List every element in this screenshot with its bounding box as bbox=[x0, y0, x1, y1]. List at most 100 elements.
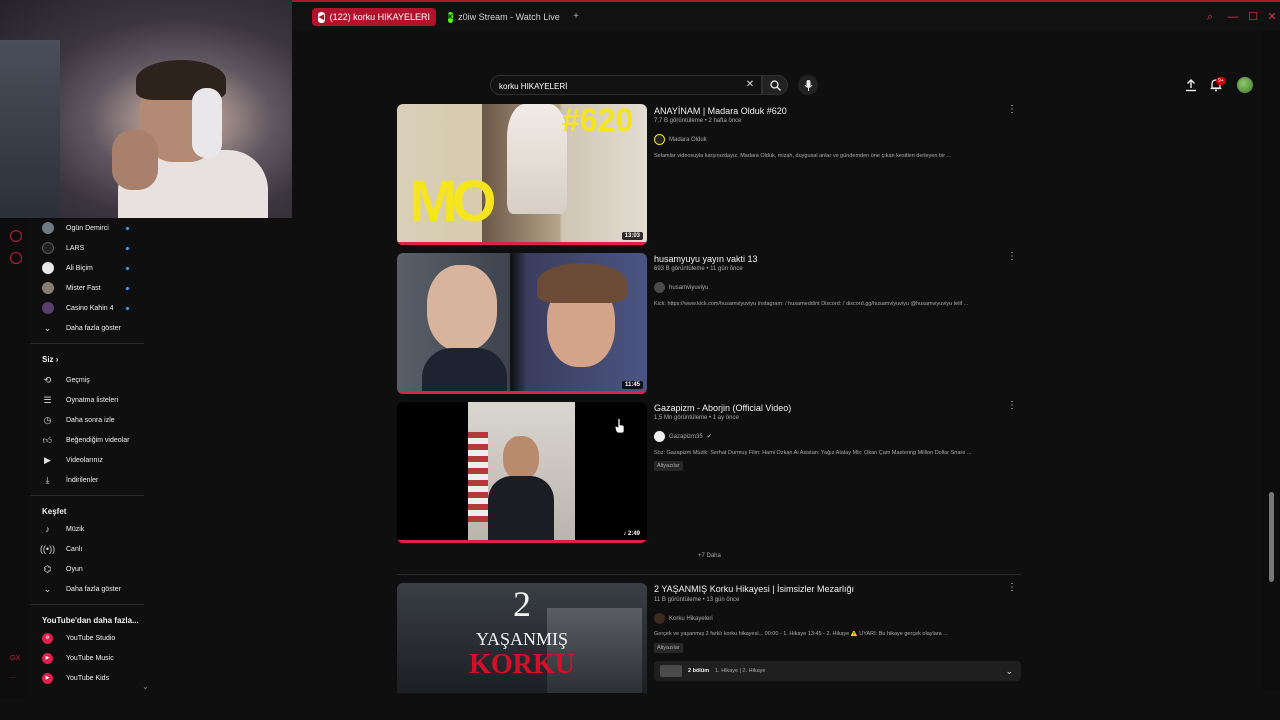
sidebar-item-playlists[interactable]: ☰ Oynatma listeleri bbox=[30, 390, 148, 410]
sidebar-item-gaming[interactable]: ⌬ Oyun bbox=[30, 559, 148, 579]
subscription-item[interactable]: Casino Kahin 4 bbox=[30, 298, 148, 318]
channel-avatar bbox=[42, 242, 54, 254]
sidebar-item-history[interactable]: ⟲ Geçmiş bbox=[30, 370, 148, 390]
browser-tab-bar: ◀ (122) korku HIKAYELERI K z0iw Stream -… bbox=[292, 0, 1280, 30]
sidebar-item-your-videos[interactable]: ▶ Videolarınız bbox=[30, 450, 148, 470]
search-input[interactable] bbox=[499, 79, 739, 93]
page-scrollbar[interactable] bbox=[1269, 492, 1274, 582]
new-content-dot bbox=[126, 246, 129, 250]
video-title[interactable]: 2 YAŞANMIŞ Korku Hikayesi | İsimsizler M… bbox=[654, 584, 854, 594]
search-button[interactable] bbox=[762, 75, 788, 95]
video-meta: 693 B görüntüleme • 11 gün önce bbox=[654, 266, 743, 272]
gx-corner-icon[interactable] bbox=[10, 230, 22, 242]
new-content-dot bbox=[126, 226, 129, 230]
more-options-icon[interactable]: ⋮ bbox=[1007, 400, 1017, 412]
sidebar-item-liked-videos[interactable]: 👍︎ Beğendiğim videolar bbox=[30, 430, 148, 450]
you-section-heading[interactable]: Siz › bbox=[42, 355, 58, 364]
more-from-youtube-heading: YouTube'dan daha fazla... bbox=[42, 616, 139, 625]
new-tab-button[interactable]: + bbox=[570, 11, 582, 23]
video-description: Söz: Gazapizm Müzik: Serhat Durmuş Film:… bbox=[654, 450, 972, 456]
video-thumbnail[interactable]: 2 YAŞANMIŞ KORKU bbox=[397, 583, 647, 693]
speaker-icon: ◀ bbox=[318, 11, 325, 23]
browser-tab-kick[interactable]: K z0iw Stream - Watch Live bbox=[442, 8, 562, 26]
upload-button[interactable] bbox=[1184, 78, 1198, 92]
sidebar-item-watch-later[interactable]: ◷ Daha sonra izle bbox=[30, 410, 148, 430]
webcam-background-shelf bbox=[0, 40, 60, 218]
more-options-icon[interactable]: ⋮ bbox=[1007, 104, 1017, 116]
video-thumbnail[interactable]: ♪ 2:49 bbox=[397, 402, 647, 543]
subscription-label: Mister Fast bbox=[66, 284, 101, 292]
close-window-button[interactable]: ✕ bbox=[1265, 10, 1279, 24]
thumbnail-figure bbox=[507, 104, 567, 214]
subscription-item[interactable]: Ogün Demirci bbox=[30, 218, 148, 238]
sidebar-item-live[interactable]: ((•)) Canlı bbox=[30, 539, 148, 559]
sidebar-item-label: YouTube Kids bbox=[66, 674, 110, 682]
webcam-overlay bbox=[0, 0, 292, 218]
video-thumbnail[interactable]: 11:45 bbox=[397, 253, 647, 394]
subscription-item[interactable]: Mister Fast bbox=[30, 278, 148, 298]
chevron-down-icon[interactable]: ⌄ bbox=[1005, 666, 1013, 677]
thumbnail-line2: KORKU bbox=[469, 649, 575, 680]
sidebar-item-label: Videolarınız bbox=[66, 456, 103, 464]
captions-badge: Altyazılar bbox=[654, 461, 683, 471]
channel-name: Gazapizm35 bbox=[669, 433, 703, 440]
voice-search-button[interactable] bbox=[798, 75, 818, 95]
sidebar-item-music[interactable]: ♪ Müzik bbox=[30, 519, 148, 539]
chapters-bar[interactable]: 2 bölüm 1. Hikaye | 2. Hikaye ⌄ bbox=[654, 661, 1021, 681]
video-thumbnail[interactable]: #620 MO 13:03 bbox=[397, 104, 647, 245]
chevron-down-icon: ⌄ bbox=[43, 322, 52, 333]
video-title[interactable]: Gazapizm - Aborjin (Official Video) bbox=[654, 403, 791, 413]
sidebar-scroll-down-icon[interactable]: ⌄ bbox=[142, 682, 149, 691]
more-options-icon[interactable]: ⋮ bbox=[1007, 251, 1017, 263]
channel-avatar bbox=[654, 134, 665, 145]
sidebar-item-label: Müzik bbox=[66, 525, 85, 533]
webcam-headset bbox=[192, 88, 222, 158]
video-title[interactable]: ANAYİNAM | Madara Olduk #620 bbox=[654, 106, 787, 116]
minimize-button[interactable]: — bbox=[1226, 10, 1240, 24]
sidebar-item-youtube-kids[interactable]: ▶ YouTube Kids bbox=[30, 668, 148, 688]
channel-link[interactable]: Gazapizm35 ✔ bbox=[654, 431, 712, 442]
sidebar-item-youtube-music[interactable]: ▶ YouTube Music bbox=[30, 648, 148, 668]
maximize-button[interactable]: ☐ bbox=[1246, 10, 1260, 24]
watch-progress-bar bbox=[397, 540, 647, 543]
more-dots-icon[interactable]: ... bbox=[10, 673, 16, 680]
explore-section-heading: Keşfet bbox=[42, 507, 67, 516]
chapters-text: 1. Hikaye | 2. Hikaye bbox=[715, 668, 766, 674]
show-more-results-link[interactable]: +7 Daha bbox=[698, 553, 721, 559]
show-more-label: Daha fazla göster bbox=[66, 585, 121, 593]
sidebar-item-youtube-studio[interactable]: ⚙ YouTube Studio bbox=[30, 628, 148, 648]
kick-logo-icon: K bbox=[448, 11, 454, 23]
thumbnail-logo: MO bbox=[409, 169, 496, 234]
microphone-icon bbox=[804, 79, 812, 91]
clear-search-icon[interactable]: ✕ bbox=[744, 79, 756, 93]
video-description: Kick: https://www.kick.com/husamviyuviyu… bbox=[654, 301, 969, 307]
show-more-explore[interactable]: ⌄ Daha fazla göster bbox=[30, 579, 148, 599]
channel-link[interactable]: husamviyuviyu bbox=[654, 282, 708, 293]
settings-icon[interactable] bbox=[10, 252, 22, 264]
search-tabs-icon[interactable]: ⌕ bbox=[1203, 10, 1217, 24]
more-options-icon[interactable]: ⋮ bbox=[1007, 582, 1017, 594]
channel-link[interactable]: Korku Hikayeleri bbox=[654, 613, 713, 624]
sidebar-item-downloads[interactable]: ⤓ İndirilenler bbox=[30, 470, 148, 490]
watch-progress-bar bbox=[397, 242, 647, 245]
channel-link[interactable]: Madara Olduk bbox=[654, 134, 707, 145]
youtube-sidebar: Ogün Demirci LARS Ali Biçim Mister Fast … bbox=[30, 218, 152, 698]
new-content-dot bbox=[126, 266, 129, 270]
live-broadcast-icon: ((•)) bbox=[39, 544, 56, 554]
verified-icon: ✔ bbox=[706, 434, 712, 440]
channel-avatar bbox=[42, 262, 54, 274]
sidebar-item-label: Beğendiğim videolar bbox=[66, 436, 130, 444]
browser-tab-youtube[interactable]: ◀ (122) korku HIKAYELERI bbox=[312, 8, 436, 26]
video-duration: 11:45 bbox=[621, 381, 643, 389]
chevron-down-icon: ⌄ bbox=[43, 583, 52, 594]
subscription-label: Ali Biçim bbox=[66, 264, 93, 272]
video-title[interactable]: husamyuyu yayın vakti 13 bbox=[654, 254, 758, 264]
thumbnail-suit bbox=[488, 476, 554, 543]
account-avatar[interactable] bbox=[1237, 77, 1253, 93]
sidebar-item-label: Oyun bbox=[66, 565, 83, 573]
video-icon: ▶ bbox=[44, 454, 51, 465]
subscription-item[interactable]: Ali Biçim bbox=[30, 258, 148, 278]
show-more-subscriptions[interactable]: ⌄ Daha fazla göster bbox=[30, 318, 148, 338]
subscription-item[interactable]: LARS bbox=[30, 238, 148, 258]
subscription-label: LARS bbox=[66, 244, 85, 252]
